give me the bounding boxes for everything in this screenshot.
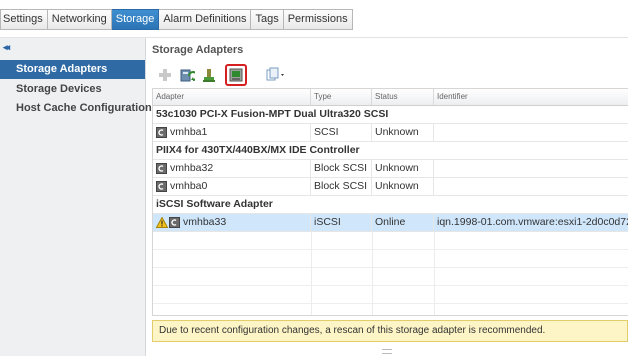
group-row[interactable]: iSCSI Software Adapter [153, 196, 628, 214]
column-header-identifier[interactable]: Identifier [434, 89, 628, 105]
tab-alarm-definitions[interactable]: Alarm Definitions [159, 9, 252, 30]
refresh-adapter-icon[interactable] [225, 64, 247, 86]
column-divider [311, 232, 312, 315]
adapter-name: vmhba32 [170, 162, 214, 174]
adapter-cell: vmhba1 [153, 124, 311, 141]
status-cell: Unknown [372, 178, 434, 195]
adapter-cell: vmhba0 [153, 178, 311, 195]
identifier-cell [434, 178, 628, 195]
table-row[interactable]: vmhba1 SCSI Unknown [153, 124, 628, 142]
group-label: iSCSI Software Adapter [156, 198, 273, 210]
tab-tags[interactable]: Tags [251, 9, 284, 30]
tab-networking[interactable]: Networking [47, 9, 112, 30]
identifier-cell [434, 160, 628, 177]
table-header: Adapter Type Status Identifier [153, 89, 628, 106]
adapter-name: vmhba1 [170, 126, 208, 138]
column-header-type[interactable]: Type [311, 89, 372, 105]
toolbar [152, 64, 628, 88]
status-cell: Online [372, 214, 434, 231]
identifier-cell [434, 124, 628, 141]
sidebar-item-host-cache-configuration[interactable]: Host Cache Configuration [0, 99, 152, 118]
empty-row [153, 232, 628, 250]
column-divider [372, 232, 373, 315]
tab-bar: Settings Networking Storage Alarm Defini… [0, 9, 353, 30]
adapter-name: vmhba0 [170, 180, 208, 192]
column-divider [434, 232, 435, 315]
tab-storage[interactable]: Storage [111, 9, 160, 30]
sidebar: ◂◂ Storage Adapters Storage Devices Host… [0, 38, 152, 356]
type-cell: Block SCSI [311, 160, 372, 177]
rescan-adapter-icon[interactable] [201, 67, 217, 83]
group-label: PIIX4 for 430TX/440BX/MX IDE Controller [156, 144, 360, 156]
type-cell: Block SCSI [311, 178, 372, 195]
empty-row [153, 286, 628, 304]
empty-row [153, 250, 628, 268]
status-cell: Unknown [372, 160, 434, 177]
group-row[interactable]: 53c1030 PCI-X Fusion-MPT Dual Ultra320 S… [153, 106, 628, 124]
storage-adapters-table: Adapter Type Status Identifier 53c1030 P… [152, 88, 628, 316]
group-label: 53c1030 PCI-X Fusion-MPT Dual Ultra320 S… [156, 108, 389, 120]
tab-permissions[interactable]: Permissions [283, 9, 353, 30]
panel-title: Storage Adapters [152, 44, 244, 56]
empty-row [153, 268, 628, 286]
identifier-cell: iqn.1998-01.com.vmware:esxi1-2d0c0d72 [437, 216, 628, 228]
column-header-status[interactable]: Status [372, 89, 434, 105]
resize-grip-icon[interactable] [382, 349, 392, 354]
adapter-cell: vmhba32 [153, 160, 311, 177]
add-icon[interactable] [157, 67, 173, 83]
adapter-name: vmhba33 [183, 216, 227, 228]
status-cell: Unknown [372, 124, 434, 141]
adapter-icon [169, 216, 180, 228]
sidebar-item-storage-adapters[interactable]: Storage Adapters [0, 60, 145, 79]
adapter-icon [156, 162, 167, 174]
table-row[interactable]: vmhba0 Block SCSI Unknown [153, 178, 628, 196]
table-row-selected[interactable]: vmhba33 iSCSI Online iqn.1998-01.com.vmw… [153, 214, 628, 232]
type-cell: SCSI [311, 124, 372, 141]
double-chevron-left-icon[interactable]: ◂◂ [3, 42, 10, 53]
actions-menu-icon[interactable] [265, 67, 287, 83]
rescan-warning-message: Due to recent configuration changes, a r… [152, 320, 628, 342]
tab-settings[interactable]: Settings [0, 9, 48, 30]
rescan-storage-icon[interactable] [179, 67, 195, 83]
adapter-icon [156, 180, 167, 192]
warning-icon [156, 216, 168, 228]
group-row[interactable]: PIIX4 for 430TX/440BX/MX IDE Controller [153, 142, 628, 160]
type-cell: iSCSI [311, 214, 372, 231]
adapter-cell: vmhba33 [153, 214, 311, 231]
column-header-adapter[interactable]: Adapter [153, 89, 311, 105]
table-row[interactable]: vmhba32 Block SCSI Unknown [153, 160, 628, 178]
sidebar-item-storage-devices[interactable]: Storage Devices [0, 80, 145, 99]
adapter-icon [156, 126, 167, 138]
